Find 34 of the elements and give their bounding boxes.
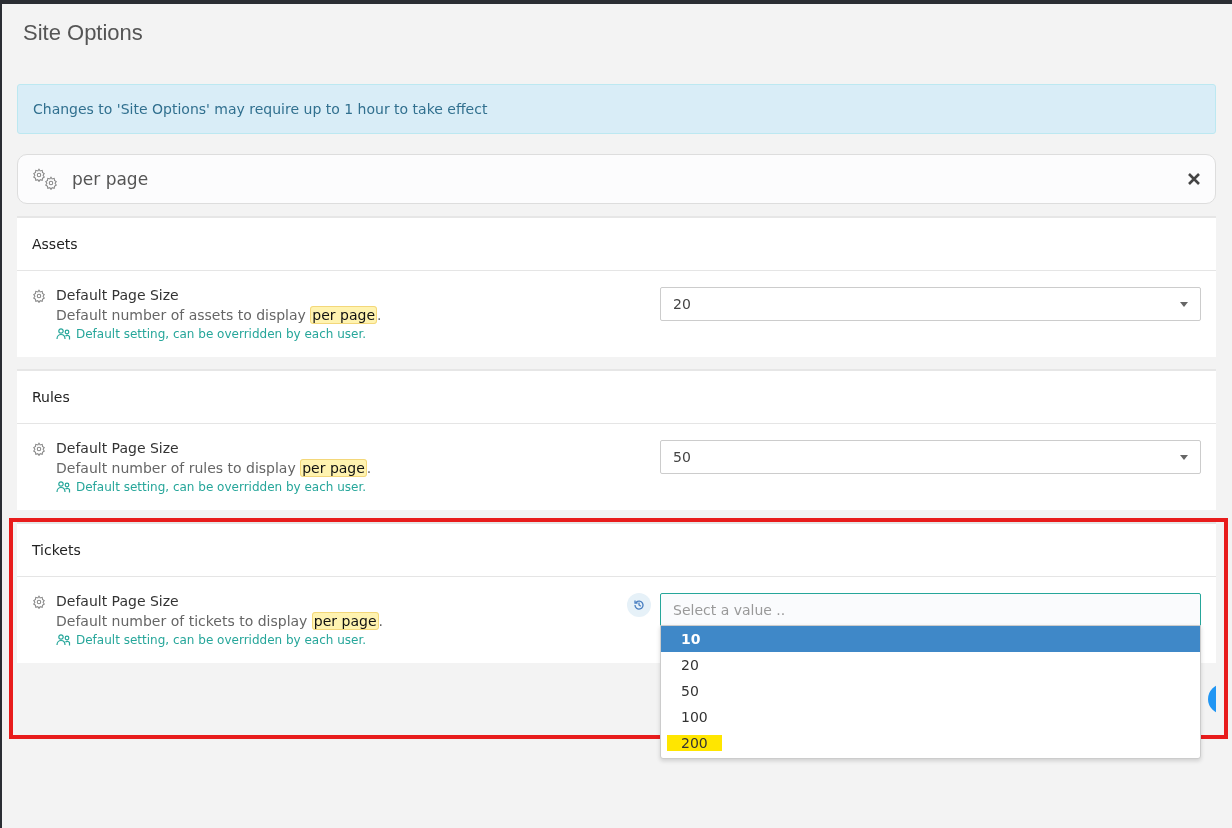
settings-icon	[32, 442, 46, 456]
setting-description: Default number of tickets to display per page.	[56, 613, 383, 629]
settings-icon	[32, 289, 46, 303]
info-alert: Changes to 'Site Options' may require up to 1 hour to take effect	[17, 84, 1216, 134]
select-field[interactable]: 20	[660, 287, 1201, 321]
select-field[interactable]: 50	[660, 440, 1201, 474]
page-title: Site Options	[23, 20, 144, 46]
setting-label: Default Page Size	[56, 440, 180, 456]
highlight-mark: 200	[667, 735, 722, 751]
note-text: Default setting, can be overridden by each user.	[76, 327, 367, 341]
dropdown-option[interactable]: 10	[661, 626, 1200, 652]
caret-icon	[1180, 454, 1188, 460]
dropdown-option[interactable]: 100	[661, 704, 1200, 730]
close-button[interactable]	[1187, 172, 1201, 186]
gears-icon	[32, 168, 60, 190]
setting-label: Default Page Size	[56, 287, 180, 303]
setting-description: Default number of assets to display per page.	[56, 307, 382, 323]
reset-button[interactable]	[627, 593, 651, 617]
dropdown-option[interactable]: 20	[661, 652, 1200, 678]
settings-icon	[32, 595, 46, 609]
caret-icon	[1180, 301, 1188, 307]
dropdown-option[interactable]: 50	[661, 678, 1200, 704]
users-icon	[56, 480, 72, 494]
search-field[interactable]: per page	[17, 154, 1216, 204]
note-text: Default setting, can be overridden by each user.	[76, 633, 367, 647]
section-title: Assets	[17, 218, 1216, 271]
setting-label: Default Page Size	[56, 593, 180, 609]
users-icon	[56, 633, 72, 647]
section-title: Rules	[17, 371, 1216, 424]
section-title: Tickets	[17, 524, 1216, 577]
note-text: Default setting, can be overridden by each user.	[76, 480, 367, 494]
users-icon	[56, 327, 72, 341]
dropdown-option[interactable]: 200	[661, 730, 1200, 756]
setting-description: Default number of rules to display per page.	[56, 460, 372, 476]
